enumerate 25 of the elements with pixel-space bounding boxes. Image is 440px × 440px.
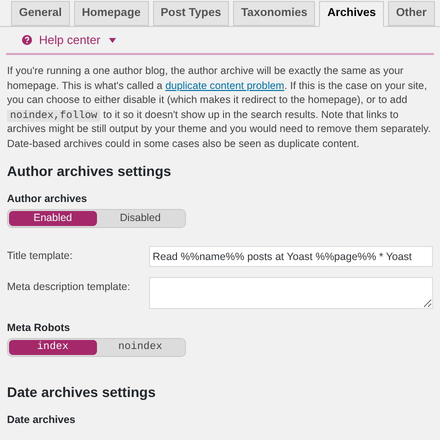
toggle-option[interactable]: Disabled [96,211,184,226]
section-heading: Author archives settings [7,162,172,180]
title-template-field[interactable]: Read %%name%% posts at Yoast %%page%% * Yoast [148,246,433,267]
toggle-option[interactable]: Enabled [9,211,96,226]
tab[interactable]: Homepage [74,1,149,26]
duplicate-content-link[interactable]: duplicate content problem [165,80,284,92]
intro-paragraph: If you're running a one author blog, the author archive will be exactly the same as your homepage. This is what's called a duplicate content problem. If this is the case on your site, you can choose to either disable it (which makes it redirect to the homepage), or to add noindex,follow to it so it doesn't show up in the search results. Note that links to archives might be still output by your theme and you would need to remove them separately. Date-based archives could in some cases also be seen as duplicate content. [7,65,432,152]
tab[interactable]: Archives [319,1,384,27]
meta-description-field[interactable] [148,277,433,309]
section-heading: Date archives settings [7,383,157,401]
field-label: Author archives [7,192,88,206]
field-label: Meta description template: [7,280,132,295]
tab[interactable]: General [11,1,70,26]
help-center-button[interactable]: Help center [22,31,116,49]
help-icon [22,35,32,45]
tab[interactable]: Taxonomies [233,1,316,26]
inline-code: noindex,follow [7,110,100,122]
toggle-option[interactable]: noindex [96,340,184,355]
field-label: Title template: [7,248,74,264]
toggle-option[interactable]: index [9,340,96,355]
field-label: Meta Robots [7,321,71,335]
tab[interactable]: Other [388,1,435,26]
caret-icon [109,38,116,42]
tab[interactable]: Post Types [152,1,230,26]
field-label: Date archives [7,413,76,427]
